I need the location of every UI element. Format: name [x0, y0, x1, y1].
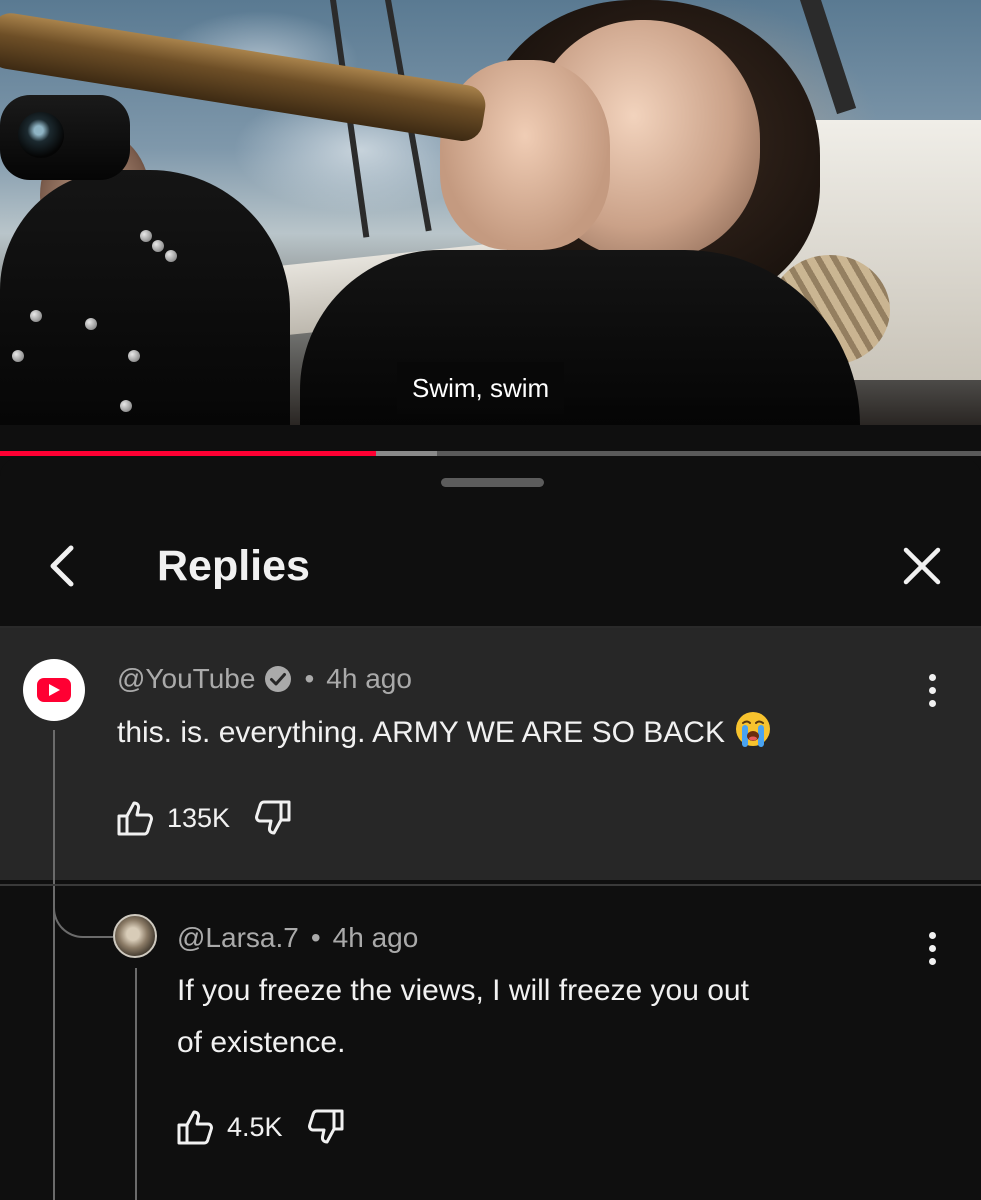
more-vertical-icon	[928, 931, 936, 939]
comment-meta: @YouTube • 4h ago	[117, 662, 412, 696]
dislike-button[interactable]	[253, 798, 293, 838]
comment-time: 4h ago	[326, 663, 412, 694]
youtube-logo-icon	[37, 678, 71, 702]
video-player[interactable]: Swim, swim	[0, 0, 981, 425]
video-progress-bar[interactable]	[0, 451, 981, 456]
panel-title: Replies	[157, 542, 310, 590]
video-frame-binocular-lens	[18, 112, 64, 158]
like-count: 4.5K	[227, 1111, 283, 1142]
like-count: 135K	[167, 802, 231, 833]
replies-header	[0, 520, 981, 626]
close-button[interactable]	[893, 540, 951, 592]
reply-meta: @Larsa.7 • 4h ago	[177, 921, 418, 955]
reply-time: 4h ago	[332, 922, 419, 953]
comment-author[interactable]: @YouTube	[117, 662, 255, 696]
reply-text-line-2: of existence.	[177, 1026, 346, 1059]
like-button[interactable]	[175, 1107, 215, 1147]
reply-connector	[53, 886, 113, 938]
play-icon	[49, 684, 60, 696]
comment-more-button[interactable]	[915, 664, 949, 716]
thumbs-down-icon	[255, 800, 291, 835]
comment-text: this. is. everything. ARMY WE ARE SO BAC…	[117, 707, 771, 759]
close-icon	[903, 547, 941, 585]
video-frame-person-left	[0, 170, 290, 425]
reply-more-button[interactable]	[915, 922, 949, 974]
video-frame-mast	[800, 0, 857, 115]
avatar[interactable]	[23, 659, 85, 721]
loudly-crying-face-icon	[735, 712, 770, 747]
video-caption: Swim, swim	[397, 362, 565, 414]
dislike-button[interactable]	[306, 1107, 346, 1147]
avatar[interactable]	[113, 914, 157, 958]
comment-body: this. is. everything. ARMY WE ARE SO BAC…	[117, 716, 725, 749]
reply-author[interactable]: @Larsa.7	[177, 921, 299, 955]
video-progress-played	[0, 451, 376, 456]
thumbs-up-icon	[177, 1110, 213, 1145]
meta-separator: •	[310, 922, 321, 953]
thumbs-down-icon	[307, 1109, 344, 1144]
reply-text-line-1: If you freeze the views, I will freeze y…	[177, 974, 749, 1007]
thread-line	[53, 730, 55, 1200]
meta-separator: •	[304, 663, 315, 694]
chevron-left-icon	[50, 545, 74, 587]
video-frame-person-right	[300, 250, 860, 425]
comment-divider	[0, 884, 981, 886]
verified-check-icon	[264, 665, 292, 693]
panel-drag-handle[interactable]	[441, 478, 544, 487]
thumbs-up-icon	[117, 801, 153, 836]
comment-actions: 135K	[115, 796, 293, 840]
reply-actions: 4.5K	[175, 1105, 346, 1149]
like-button[interactable]	[115, 798, 155, 838]
more-vertical-icon	[928, 673, 936, 681]
back-button[interactable]	[30, 540, 94, 592]
reply-thread-line	[135, 968, 137, 1200]
